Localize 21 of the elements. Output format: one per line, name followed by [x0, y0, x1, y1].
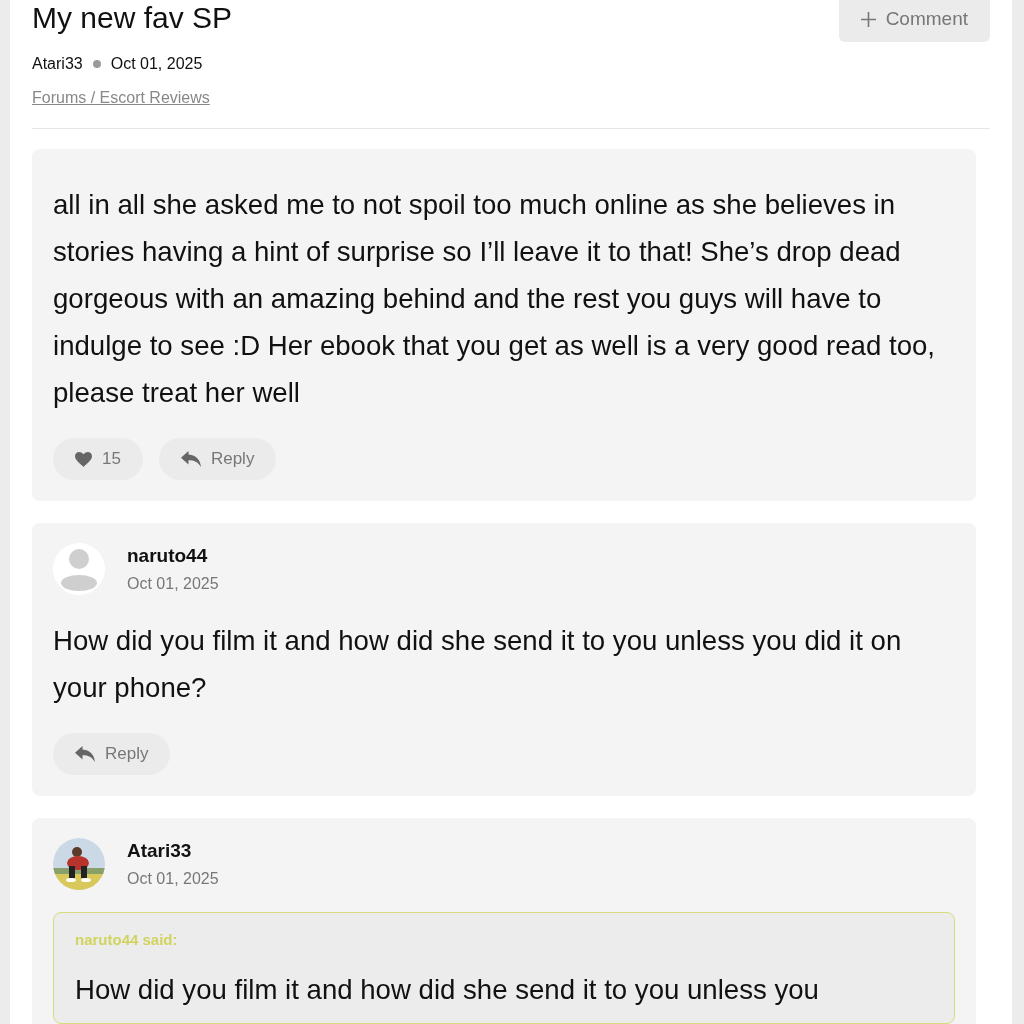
reply-icon	[180, 451, 201, 467]
comment-date: Oct 01, 2025	[127, 870, 219, 888]
heart-icon	[75, 451, 92, 467]
comment-text: How did you film it and how did she send it to you unless you did it on your phone?	[53, 624, 903, 705]
quote-author: naruto44 said:	[75, 931, 179, 948]
commenter-name: naruto44	[127, 545, 209, 567]
reply-button[interactable]: Reply	[158, 438, 277, 480]
plus-icon	[860, 11, 876, 27]
comment-date: Oct 01, 2025	[127, 575, 219, 593]
breadcrumb-link[interactable]: Forums / Escort Reviews	[32, 89, 210, 107]
post-date: Oct 01, 2025	[110, 55, 203, 73]
comment-button[interactable]: Comment	[838, 0, 990, 42]
quote-text: How did you film it and how did she send it to you unless you	[75, 973, 820, 1007]
author-name: Atari33	[32, 55, 83, 73]
post-title: My new fav SP	[32, 0, 233, 36]
separator-dot-icon	[92, 60, 101, 68]
commenter-name: Atari33	[127, 840, 193, 862]
post-text: all in all she asked me to not spoil too much online as she believes in stories having a hint of surprise so I’ll leave it to that! She’s drop dead gorgeous with an amazing behind and the rest you guys will have to indulge to see :D Her ebook that you get as well is a very good read too, please treat her well	[53, 188, 936, 410]
reply-icon	[75, 746, 95, 762]
reply-button[interactable]: Reply	[53, 733, 171, 775]
like-button[interactable]: 15	[53, 438, 143, 480]
